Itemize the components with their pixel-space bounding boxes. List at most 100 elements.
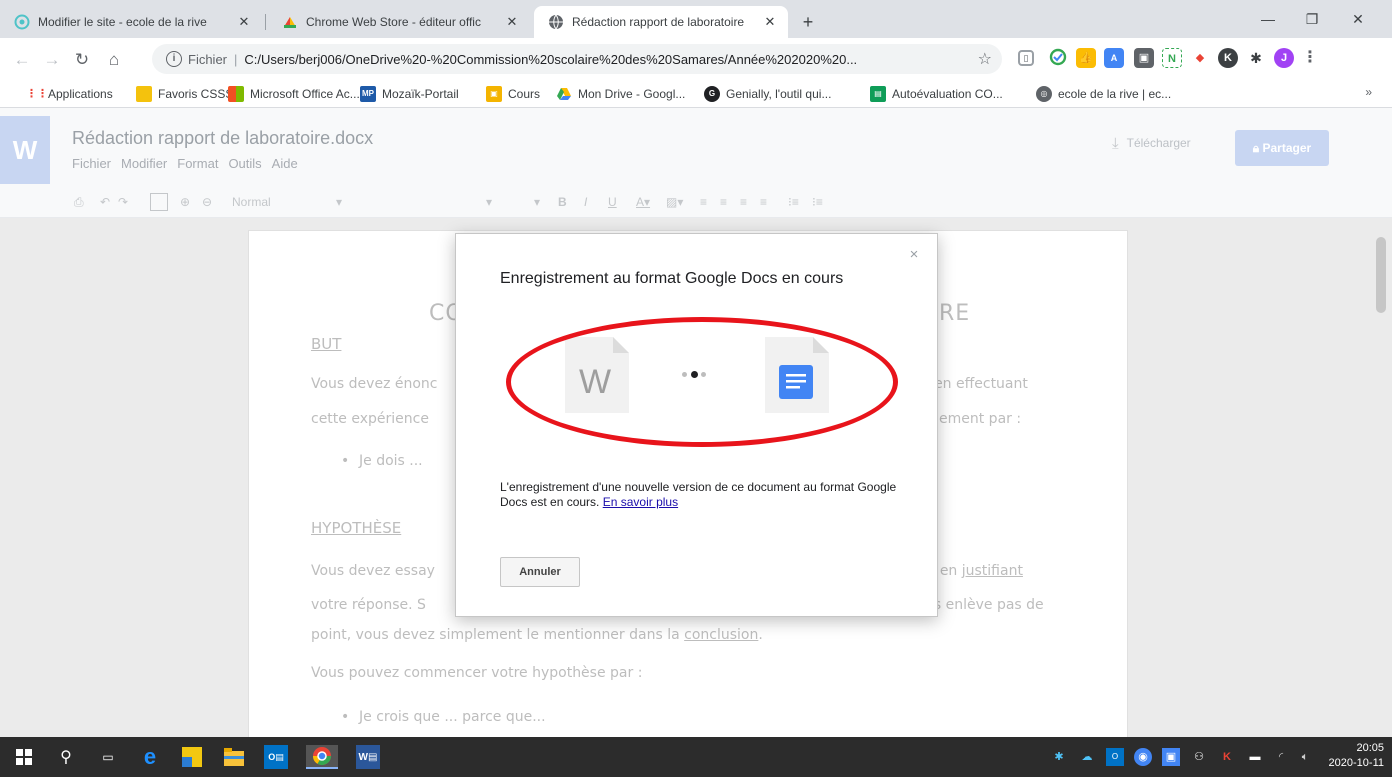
scrollbar-thumb[interactable] — [1376, 237, 1386, 313]
redo-icon[interactable]: ↷ — [118, 193, 128, 211]
bookmark-star-icon[interactable]: ☆ — [978, 49, 992, 69]
bookmark-microsoft-office[interactable]: Microsoft Office Ac... — [228, 85, 360, 103]
print-icon[interactable]: ⎙ — [74, 193, 84, 211]
reload-icon[interactable]: ↻ — [70, 48, 94, 72]
align-center-icon[interactable]: ≡ — [720, 193, 727, 211]
back-icon[interactable]: ← — [10, 48, 34, 72]
chevron-down-icon[interactable]: ▾ — [486, 193, 492, 211]
windows-start-icon[interactable] — [12, 745, 36, 769]
address-bar[interactable]: i Fichier | C:/Users/berj006/OneDrive%20… — [152, 44, 1002, 74]
extension-2-icon[interactable] — [1048, 48, 1068, 68]
extension-7-icon[interactable]: ◆ — [1190, 48, 1210, 68]
bookmark-autoevaluation[interactable]: ▤ Autoévaluation CO... — [870, 85, 1003, 103]
thumbs-up-icon[interactable]: 👍 — [1076, 48, 1096, 68]
new-tab-button[interactable]: + — [798, 12, 818, 32]
close-icon[interactable]: × — [905, 246, 923, 264]
tab-close-icon[interactable]: ✕ — [236, 14, 252, 30]
extension-5-icon[interactable]: ▣ — [1134, 48, 1154, 68]
bookmark-genially[interactable]: G Genially, l'outil qui... — [704, 85, 831, 103]
style-select[interactable]: Normal — [232, 193, 271, 211]
numbered-list-icon[interactable]: ⁝≡ — [788, 193, 799, 211]
docs-word-logo[interactable]: W — [0, 116, 50, 184]
extension-8-icon[interactable]: K — [1218, 48, 1238, 68]
share-label: Partager — [1262, 141, 1312, 155]
extensions-puzzle-icon[interactable]: ✱ — [1246, 48, 1266, 68]
file-explorer-icon[interactable] — [222, 745, 246, 769]
word-taskbar-icon[interactable]: W▤ — [356, 745, 380, 769]
teams-tray-icon[interactable]: ✱ — [1050, 748, 1068, 766]
highlight-icon[interactable]: ▨▾ — [666, 193, 683, 211]
genially-icon: G — [704, 86, 720, 102]
onedrive-icon[interactable]: ☁ — [1078, 748, 1096, 766]
share-button[interactable]: 🔒︎ Partager — [1235, 130, 1329, 166]
align-right-icon[interactable]: ≡ — [740, 193, 747, 211]
lock-icon: 🔒︎ — [1252, 141, 1263, 155]
bookmark-applications[interactable]: ⋮⋮ Applications — [26, 85, 113, 103]
volume-icon[interactable]: 🔈︎ — [1296, 748, 1314, 766]
menu-modifier[interactable]: Modifier — [121, 156, 167, 171]
sticky-app-icon[interactable] — [180, 745, 204, 769]
screenshot-tray-icon[interactable]: ▣ — [1162, 748, 1180, 766]
tab-modifier-le-site[interactable]: Modifier le site - ecole de la rive ✕ — [0, 6, 262, 38]
tab-chrome-web-store[interactable]: Chrome Web Store - éditeur offic ✕ — [268, 6, 530, 38]
bookmark-cours[interactable]: ▣ Cours — [486, 85, 540, 103]
bookmark-mozaik[interactable]: MP Mozaïk-Portail — [360, 85, 459, 103]
download-button[interactable]: ⤓ Télécharger — [1112, 130, 1191, 156]
minimize-icon[interactable]: — — [1248, 6, 1288, 32]
info-icon[interactable]: i — [166, 51, 182, 67]
chrome-menu-icon[interactable]: ⋮ — [1300, 48, 1320, 68]
forward-icon[interactable]: → — [40, 48, 64, 72]
menu-outils[interactable]: Outils — [228, 156, 261, 171]
battery-icon[interactable]: ▬ — [1246, 748, 1264, 766]
menu-aide[interactable]: Aide — [272, 156, 298, 171]
text-color-icon[interactable]: A▾ — [636, 193, 650, 211]
menu-fichier[interactable]: Fichier — [72, 156, 111, 171]
bookmark-mon-drive[interactable]: Mon Drive - Googl... — [556, 85, 685, 103]
network-user-icon[interactable]: ⚇ — [1190, 748, 1208, 766]
align-left-icon[interactable]: ≡ — [700, 193, 707, 211]
undo-icon[interactable]: ↶ — [100, 193, 110, 211]
wifi-icon[interactable]: ◜ — [1272, 748, 1290, 766]
task-view-icon[interactable]: ▭ — [96, 745, 120, 769]
underline-icon[interactable]: U — [608, 193, 617, 211]
app-tray-icon[interactable]: K — [1218, 748, 1236, 766]
tab-redaction-rapport[interactable]: Rédaction rapport de laboratoire ✕ — [534, 6, 788, 38]
bookmark-label: Cours — [508, 87, 541, 101]
outlook-tray-icon[interactable]: O — [1106, 748, 1124, 766]
tab-close-icon[interactable]: ✕ — [504, 14, 520, 30]
outlook-icon[interactable]: O▤ — [264, 745, 288, 769]
bookmark-favoris-csss[interactable]: Favoris CSSS — [136, 85, 233, 103]
chrome-tray-icon[interactable]: ◉ — [1134, 748, 1152, 766]
italic-icon[interactable]: I — [584, 193, 587, 211]
cancel-button[interactable]: Annuler — [500, 557, 580, 587]
paragraph-line: Vous pouvez commencer votre hypothèse pa… — [311, 665, 643, 681]
profile-avatar[interactable]: J — [1274, 48, 1294, 68]
bold-icon[interactable]: B — [558, 193, 567, 211]
restore-icon[interactable]: ❐ — [1292, 6, 1332, 32]
chevron-down-icon[interactable]: ▾ — [336, 193, 342, 211]
align-justify-icon[interactable]: ≡ — [760, 193, 767, 211]
extension-6-icon[interactable]: N — [1162, 48, 1182, 68]
tab-close-icon[interactable]: ✕ — [762, 14, 778, 30]
paint-format-icon[interactable] — [150, 193, 168, 211]
bulleted-list-icon[interactable]: ⁝≡ — [812, 193, 823, 211]
menu-format[interactable]: Format — [177, 156, 218, 171]
bookmark-ecole-de-la-rive[interactable]: ◎ ecole de la rive | ec... — [1036, 85, 1171, 103]
edge-icon[interactable]: e — [138, 744, 162, 769]
learn-more-link[interactable]: En savoir plus — [603, 495, 678, 509]
paragraph-line: point, vous devez simplement le mentionn… — [311, 627, 763, 643]
zoom-in-icon[interactable]: ⊕ — [180, 193, 190, 211]
chrome-taskbar-icon[interactable] — [306, 745, 338, 769]
word-file-icon: W — [565, 337, 629, 413]
extension-1-icon[interactable]: ▯ — [1018, 50, 1034, 66]
window-close-icon[interactable]: ✕ — [1338, 6, 1378, 32]
address-url[interactable]: C:/Users/berj006/OneDrive%20-%20Commissi… — [244, 52, 944, 67]
search-icon[interactable]: ⚲ — [54, 745, 78, 769]
home-icon[interactable]: ⌂ — [102, 48, 126, 72]
zoom-out-icon[interactable]: ⊖ — [202, 193, 212, 211]
translate-icon[interactable]: A — [1104, 48, 1124, 68]
chevron-down-icon[interactable]: ▾ — [534, 193, 540, 211]
bookmarks-overflow-button[interactable]: » — [1365, 85, 1372, 99]
document-title[interactable]: Rédaction rapport de laboratoire.docx — [72, 128, 373, 149]
system-clock[interactable]: 20:05 2020-10-11 — [1324, 741, 1384, 771]
